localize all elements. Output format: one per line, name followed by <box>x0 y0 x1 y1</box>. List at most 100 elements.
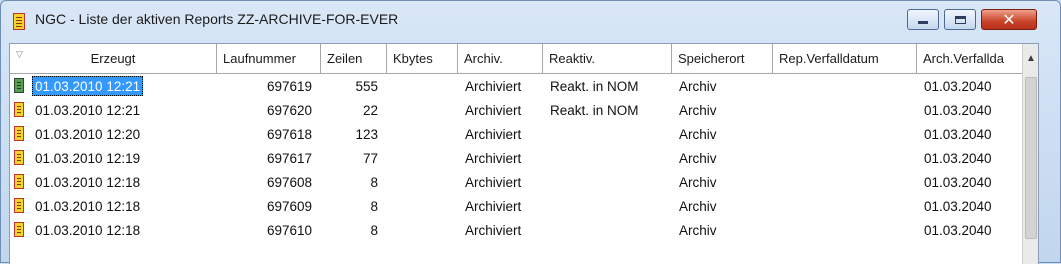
column-header-label: Archiv. <box>464 51 503 66</box>
cell-zeilen: 8 <box>370 174 378 190</box>
report-app-icon <box>13 13 25 30</box>
cell-laufnummer: 697608 <box>266 174 312 190</box>
cell-rep-verfall <box>773 218 917 242</box>
report-yellow-icon <box>14 174 24 189</box>
report-yellow-icon <box>14 198 24 213</box>
cell-zeilen: 22 <box>362 102 378 118</box>
column-header-speicherort[interactable]: Speicherort <box>672 44 773 73</box>
column-header-label: Laufnummer <box>223 51 296 66</box>
cell-archiv: Archiviert <box>465 222 522 238</box>
minimize-icon <box>918 21 928 24</box>
cell-arch-verfall: 01.03.2040 <box>924 78 992 94</box>
cell-arch-verfall: 01.03.2040 <box>924 150 992 166</box>
cell-arch-verfall: 01.03.2040 <box>924 126 992 142</box>
cell-speicherort: Archiv <box>679 126 717 142</box>
column-header-reaktiv[interactable]: Reaktiv. <box>543 44 672 73</box>
table-row[interactable]: 01.03.2010 12:19 697617 77 Archiviert Archiv… <box>10 146 1023 170</box>
maximize-icon <box>954 15 966 24</box>
column-header-erzeugt[interactable]: ▽ Erzeugt <box>10 44 217 73</box>
cell-archiv: Archiviert <box>465 78 522 94</box>
cell-zeilen: 555 <box>355 78 378 94</box>
cell-laufnummer: 697609 <box>266 198 312 214</box>
cell-archiv: Archiviert <box>465 198 522 214</box>
cell-kbytes <box>387 122 458 146</box>
cell-arch-verfall: 01.03.2040 <box>924 222 992 238</box>
report-green-icon <box>14 78 24 93</box>
minimize-button[interactable] <box>907 9 939 30</box>
cell-kbytes <box>387 98 458 122</box>
cell-rep-verfall <box>773 170 917 194</box>
report-yellow-icon <box>14 126 24 141</box>
cell-zeilen: 8 <box>370 222 378 238</box>
column-header-label: Speicherort <box>678 51 745 66</box>
cell-laufnummer: 697618 <box>266 126 312 142</box>
cell-kbytes <box>387 74 458 98</box>
cell-rep-verfall <box>773 146 917 170</box>
report-list[interactable]: ▽ Erzeugt Laufnummer Zeilen Kbytes Archi… <box>9 43 1039 264</box>
cell-reaktiv <box>543 146 672 170</box>
cell-arch-verfall: 01.03.2040 <box>924 102 992 118</box>
report-yellow-icon <box>14 222 24 237</box>
maximize-button[interactable] <box>944 9 976 30</box>
report-list-window: NGC - Liste der aktiven Reports ZZ-ARCHI… <box>0 0 1061 264</box>
column-header-label: Arch.Verfallda <box>923 51 1004 66</box>
column-header-arch-verfalldatum[interactable]: Arch.Verfallda <box>917 44 1023 73</box>
sort-indicator-icon: ▽ <box>16 49 23 59</box>
table-row[interactable]: 01.03.2010 12:20 697618 123 Archiviert Archi… <box>10 122 1023 146</box>
cell-rep-verfall <box>773 122 917 146</box>
table-row[interactable]: 01.03.2010 12:21 697619 555 Archiviert Reakt… <box>10 74 1023 98</box>
cell-zeilen: 77 <box>362 150 378 166</box>
cell-arch-verfall: 01.03.2040 <box>924 174 992 190</box>
cell-speicherort: Archiv <box>679 174 717 190</box>
scrollbar-thumb[interactable] <box>1025 77 1037 239</box>
column-header-label: Rep.Verfalldatum <box>779 51 879 66</box>
column-header-kbytes[interactable]: Kbytes <box>387 44 458 73</box>
column-header-label: Reaktiv. <box>549 51 595 66</box>
cell-archiv: Archiviert <box>465 174 522 190</box>
cell-reaktiv: Reakt. in NOM <box>550 78 639 94</box>
cell-speicherort: Archiv <box>679 198 717 214</box>
cell-rep-verfall <box>773 74 917 98</box>
cell-zeilen: 123 <box>355 126 378 142</box>
cell-archiv: Archiviert <box>465 150 522 166</box>
table-row[interactable]: 01.03.2010 12:18 697609 8 Archiviert Archiv 0… <box>10 194 1023 218</box>
cell-erzeugt: 01.03.2010 12:18 <box>35 198 141 214</box>
table-row[interactable]: 01.03.2010 12:18 697608 8 Archiviert Archiv 0… <box>10 170 1023 194</box>
report-yellow-icon <box>14 150 24 165</box>
column-header-laufnummer[interactable]: Laufnummer <box>217 44 321 73</box>
column-header-label: Zeilen <box>327 51 363 66</box>
cell-speicherort: Archiv <box>679 78 717 94</box>
cell-kbytes <box>387 170 458 194</box>
table-row[interactable]: 01.03.2010 12:18 697610 8 Archiviert Archiv 0… <box>10 218 1023 242</box>
cell-speicherort: Archiv <box>679 222 717 238</box>
cell-kbytes <box>387 218 458 242</box>
column-header-rep-verfalldatum[interactable]: Rep.Verfalldatum <box>773 44 917 73</box>
column-header-label: Kbytes <box>393 51 433 66</box>
cell-erzeugt: 01.03.2010 12:18 <box>35 174 141 190</box>
cell-laufnummer: 697610 <box>266 222 312 238</box>
cell-reaktiv <box>543 194 672 218</box>
column-header-zeilen[interactable]: Zeilen <box>321 44 387 73</box>
title-bar[interactable]: NGC - Liste der aktiven Reports ZZ-ARCHI… <box>1 1 1060 39</box>
cell-rep-verfall <box>773 194 917 218</box>
cell-speicherort: Archiv <box>679 102 717 118</box>
cell-erzeugt: 01.03.2010 12:21 <box>32 76 144 96</box>
cell-laufnummer: 697619 <box>266 78 312 94</box>
list-header: ▽ Erzeugt Laufnummer Zeilen Kbytes Archi… <box>10 44 1038 74</box>
column-header-archiv[interactable]: Archiv. <box>458 44 543 73</box>
cell-zeilen: 8 <box>370 198 378 214</box>
cell-archiv: Archiviert <box>465 126 522 142</box>
vertical-scrollbar[interactable]: ▲ <box>1022 44 1038 264</box>
cell-erzeugt: 01.03.2010 12:18 <box>35 222 141 238</box>
cell-arch-verfall: 01.03.2040 <box>924 198 992 214</box>
table-row[interactable]: 01.03.2010 12:21 697620 22 Archiviert Reakt.… <box>10 98 1023 122</box>
cell-kbytes <box>387 194 458 218</box>
cell-laufnummer: 697617 <box>266 150 312 166</box>
cell-reaktiv: Reakt. in NOM <box>550 102 639 118</box>
close-icon: ✕ <box>1002 10 1016 29</box>
cell-reaktiv <box>543 170 672 194</box>
cell-erzeugt: 01.03.2010 12:19 <box>35 150 141 166</box>
cell-kbytes <box>387 146 458 170</box>
scroll-up-arrow-icon[interactable]: ▲ <box>1023 44 1038 73</box>
close-button[interactable]: ✕ <box>981 9 1037 30</box>
